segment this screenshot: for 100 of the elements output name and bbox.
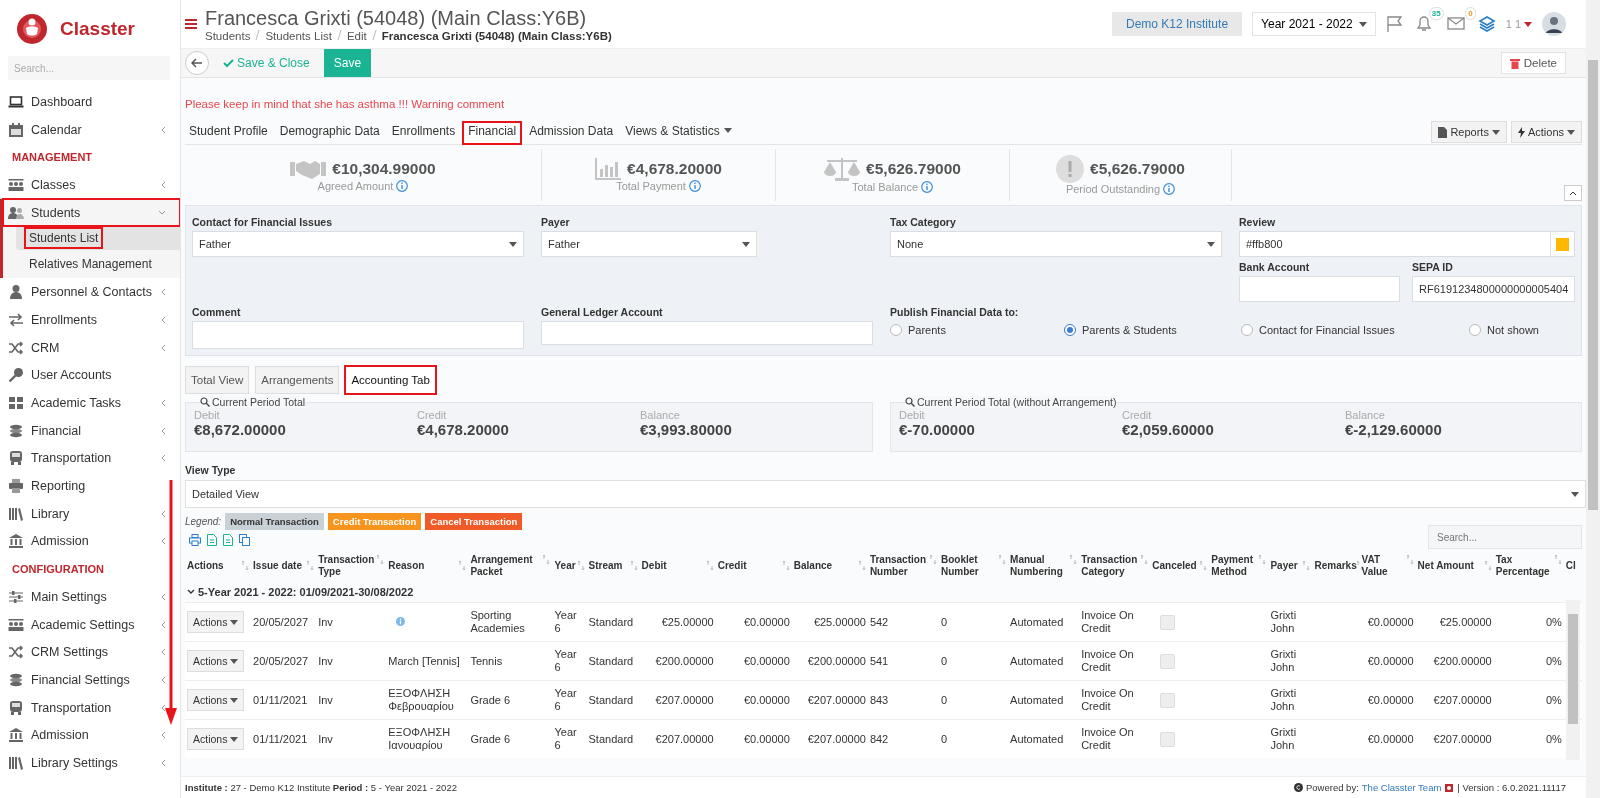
color-picker[interactable] bbox=[1551, 231, 1576, 257]
sidebar-item[interactable]: Calendar bbox=[0, 115, 180, 144]
column-header[interactable]: Payment Method bbox=[1211, 554, 1260, 578]
sidebar-item[interactable]: Main Settings bbox=[0, 583, 180, 611]
color-field[interactable]: #ffb800 bbox=[1239, 231, 1552, 257]
contact-select[interactable]: Father bbox=[192, 231, 524, 257]
sidebar-item[interactable]: CRM bbox=[0, 333, 180, 362]
search-field[interactable]: Search... bbox=[1428, 525, 1582, 549]
sidebar-item[interactable]: User Accounts bbox=[31, 368, 180, 383]
tab[interactable]: Total View bbox=[185, 366, 250, 394]
scrollbar[interactable] bbox=[1586, 0, 1600, 798]
delete-button[interactable]: Delete bbox=[1500, 52, 1566, 74]
sidebar-item[interactable]: Enrollments bbox=[0, 306, 180, 334]
radio-option[interactable]: Parents bbox=[890, 324, 1064, 336]
bank-account-field[interactable] bbox=[1239, 276, 1400, 302]
checkbox[interactable] bbox=[1160, 653, 1176, 669]
column-header[interactable]: Transaction Number bbox=[869, 554, 930, 578]
menu-icon[interactable] bbox=[185, 19, 197, 29]
sidebar-item[interactable]: Academic Tasks bbox=[0, 389, 180, 417]
actions-dropdown[interactable]: Actions bbox=[1510, 121, 1582, 143]
team-link[interactable]: The Classter Team bbox=[1361, 782, 1442, 793]
column-header[interactable]: Actions bbox=[187, 560, 224, 572]
sidebar-item[interactable]: Financial Settings bbox=[0, 666, 180, 694]
sidebar-item[interactable]: Personnel & Contacts bbox=[0, 278, 180, 307]
year-dropdown[interactable]: Year 2021 - 2022 bbox=[1252, 12, 1376, 36]
search-field[interactable]: Search... bbox=[8, 56, 170, 80]
submenu-item[interactable]: Relatives Management bbox=[16, 252, 180, 277]
column-header[interactable]: Booklet Number bbox=[940, 554, 1000, 578]
chevron-down-icon[interactable] bbox=[187, 589, 195, 595]
column-header[interactable]: Balance bbox=[793, 560, 833, 572]
radio-option[interactable]: Contact for Financial Issues bbox=[1241, 324, 1469, 336]
file-icon[interactable] bbox=[207, 534, 217, 546]
column-header[interactable]: Year bbox=[554, 560, 576, 572]
sidebar-item[interactable]: Academic Settings bbox=[0, 610, 180, 639]
actions-dropdown[interactable]: Actions bbox=[187, 728, 245, 750]
checkbox[interactable] bbox=[1160, 731, 1176, 747]
sidebar-item[interactable]: Transportation bbox=[0, 444, 180, 473]
sidebar-item[interactable]: CRM Settings bbox=[0, 638, 180, 667]
tax-category-select[interactable]: None bbox=[890, 231, 1222, 257]
column-header[interactable]: Cl bbox=[1565, 560, 1576, 572]
column-header[interactable]: Remarks bbox=[1314, 560, 1357, 572]
ledger-account-field[interactable] bbox=[541, 321, 873, 345]
sidebar-item[interactable]: Reporting bbox=[31, 479, 180, 494]
view-type-select[interactable]: Detailed View bbox=[185, 480, 1586, 508]
column-header[interactable]: Net Amount bbox=[1417, 560, 1474, 572]
sidebar-item[interactable]: Financial bbox=[0, 416, 180, 445]
scrollbar[interactable] bbox=[1566, 600, 1580, 760]
submenu-item[interactable]: Students List bbox=[16, 226, 180, 251]
tab[interactable]: Financial bbox=[463, 122, 522, 144]
back-button[interactable] bbox=[185, 51, 209, 75]
tab[interactable]: Admission Data bbox=[525, 122, 618, 144]
payer-select[interactable]: Father bbox=[541, 231, 757, 257]
column-header[interactable]: Arrangement Packet bbox=[470, 554, 544, 578]
column-header[interactable]: Issue date bbox=[253, 560, 302, 572]
column-header[interactable]: Canceled bbox=[1152, 560, 1197, 572]
sidebar-item[interactable]: Transportation bbox=[0, 693, 180, 722]
sidebar-item[interactable]: Library Settings bbox=[0, 749, 180, 777]
tab[interactable]: Student Profile bbox=[185, 122, 272, 144]
info-icon[interactable] bbox=[396, 616, 406, 626]
tab[interactable]: Enrollments bbox=[387, 122, 460, 144]
sidebar-item[interactable]: Classes bbox=[0, 171, 180, 199]
column-header[interactable]: Manual Numbering bbox=[1010, 554, 1071, 578]
column-header[interactable]: VAT Value bbox=[1361, 554, 1407, 578]
avatar[interactable] bbox=[1542, 12, 1566, 36]
radio-option[interactable]: Parents & Students bbox=[1064, 324, 1241, 336]
column-header[interactable]: Reason bbox=[388, 560, 425, 572]
breadcrumb-link[interactable]: Edit bbox=[346, 30, 367, 42]
actions-dropdown[interactable]: Actions bbox=[187, 689, 245, 711]
column-header[interactable]: Transaction Category bbox=[1081, 554, 1142, 578]
flag-icon[interactable] bbox=[1385, 15, 1404, 33]
tab[interactable]: Accounting Tab bbox=[345, 366, 436, 394]
comment-field[interactable] bbox=[192, 321, 524, 349]
collapse-button[interactable] bbox=[1564, 185, 1582, 201]
print-icon[interactable] bbox=[189, 534, 201, 546]
column-header[interactable]: Debit bbox=[641, 560, 667, 572]
tab[interactable]: Demographic Data bbox=[275, 122, 384, 144]
institute-button[interactable]: Demo K12 Institute bbox=[1112, 12, 1243, 36]
sidebar-item[interactable]: Students bbox=[3, 198, 180, 227]
checkbox[interactable] bbox=[1160, 692, 1176, 708]
sidebar-item[interactable]: Dashboard bbox=[31, 94, 180, 109]
copy-icon[interactable] bbox=[239, 534, 250, 546]
breadcrumb-link[interactable]: Students List bbox=[265, 30, 332, 42]
column-header[interactable]: Stream bbox=[588, 560, 623, 572]
column-header[interactable]: Payer bbox=[1270, 560, 1298, 572]
tab[interactable]: Arrangements bbox=[255, 366, 340, 394]
sidebar-item[interactable]: Library bbox=[0, 499, 180, 528]
checkbox[interactable] bbox=[1160, 614, 1176, 630]
sepa-id-field[interactable]: RF6191234800000000005404 bbox=[1412, 276, 1576, 302]
breadcrumb-link[interactable]: Students bbox=[205, 30, 251, 42]
column-header[interactable]: Tax Percentage bbox=[1495, 554, 1555, 578]
layers-icon[interactable] bbox=[1477, 15, 1496, 33]
column-header[interactable]: Transaction Type bbox=[318, 554, 378, 578]
tab[interactable]: Views & Statistics bbox=[621, 122, 736, 144]
radio-option[interactable]: Not shown bbox=[1469, 324, 1576, 336]
file-icon[interactable] bbox=[223, 534, 233, 546]
column-header[interactable]: Credit bbox=[717, 560, 747, 572]
actions-dropdown[interactable]: Actions bbox=[187, 650, 245, 672]
actions-dropdown[interactable]: Actions bbox=[187, 611, 245, 633]
reports-dropdown[interactable]: Reports bbox=[1431, 121, 1507, 143]
sidebar-item[interactable]: Admission bbox=[0, 527, 180, 556]
